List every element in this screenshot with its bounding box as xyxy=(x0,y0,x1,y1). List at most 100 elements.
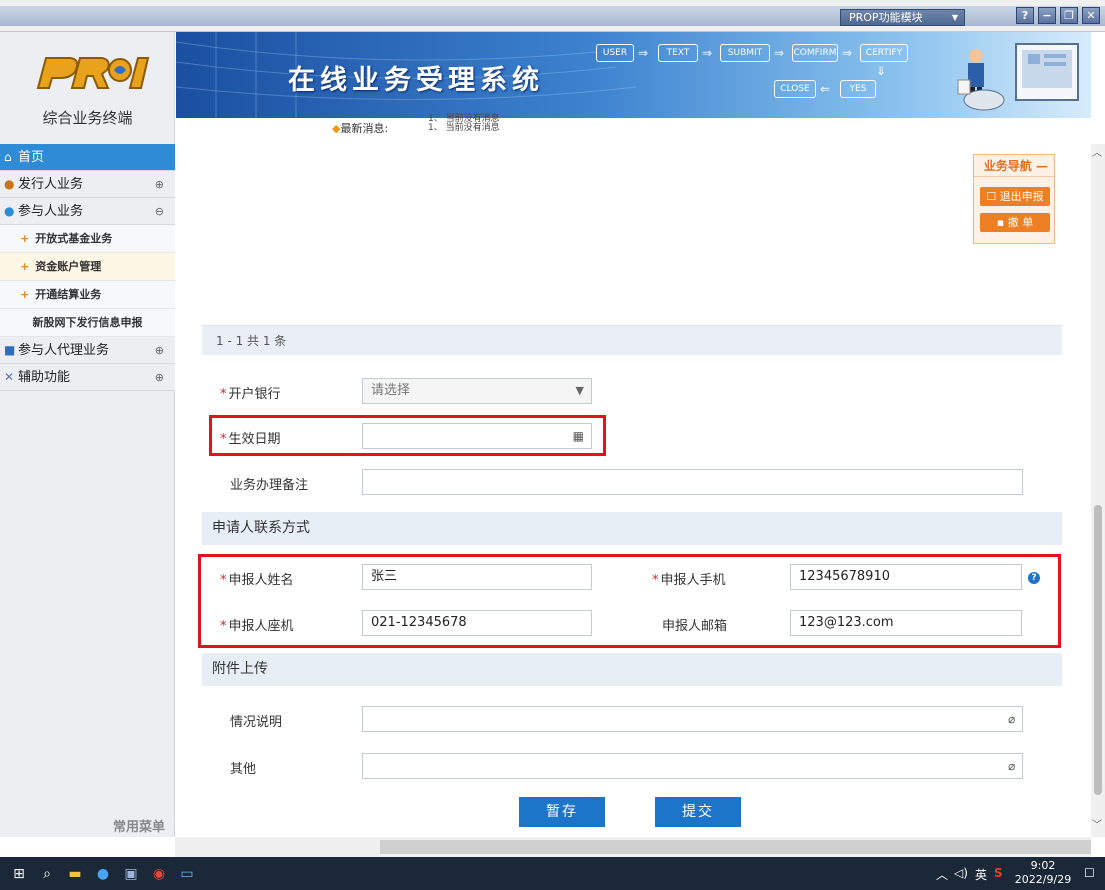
sogou-icon[interactable]: S xyxy=(994,866,1003,880)
trash-icon: ▪ xyxy=(996,216,1008,229)
module-select[interactable]: PROP功能模块 ▼ xyxy=(840,9,965,26)
volume-icon[interactable]: ◁) xyxy=(954,866,968,880)
flow-yes: YES xyxy=(840,80,876,98)
chrome-icon[interactable]: ◉ xyxy=(148,863,170,885)
tools-icon: ✕ xyxy=(4,370,15,384)
exit-declaration-button[interactable]: ☐ 退出申报 xyxy=(980,187,1050,206)
expand-icon[interactable]: ⊕ xyxy=(155,171,164,198)
minimize-button[interactable]: − xyxy=(1038,7,1056,24)
contact-section-header: 申请人联系方式 xyxy=(202,512,1062,545)
submit-button[interactable]: 提交 xyxy=(655,797,741,827)
other-label: 其他 xyxy=(230,762,257,777)
banner-title: 在线业务受理系统 xyxy=(288,65,544,96)
description-upload[interactable]: ⌀ xyxy=(362,706,1023,732)
news-item[interactable]: 1、 当前没有消息 xyxy=(428,124,500,133)
close-button[interactable]: ✕ xyxy=(1082,7,1100,24)
cancel-order-button[interactable]: ▪ 撤 单 xyxy=(980,213,1050,232)
home-icon: ⌂ xyxy=(4,150,12,164)
sidebar-subitem-open-fund[interactable]: + 开放式基金业务 xyxy=(0,225,175,253)
scroll-up-icon[interactable]: ︿ xyxy=(1092,144,1102,159)
applicant-phone-input[interactable]: 021-12345678 xyxy=(362,610,592,636)
sidebar-item-issuer[interactable]: ● 发行人业务 ⊕ xyxy=(0,171,175,198)
flow-certify: CERTIFY xyxy=(860,44,908,62)
module-select-label: PROP功能模块 xyxy=(849,11,923,24)
chevron-down-icon: ▼ xyxy=(951,13,958,22)
paperclip-icon[interactable]: ⌀ xyxy=(1008,754,1015,778)
plus-icon: + xyxy=(20,288,30,301)
save-draft-button[interactable]: 暂存 xyxy=(519,797,605,827)
required-mark: * xyxy=(220,619,227,634)
title-bar: PROP功能模块 ▼ ? − ❐ ✕ xyxy=(0,0,1105,32)
expand-icon[interactable]: ⊕ xyxy=(155,337,164,364)
system-clock[interactable]: 9:02 2022/9/29 xyxy=(1014,859,1072,887)
sidebar-item-label: 辅助功能 xyxy=(18,370,71,385)
vertical-scrollbar[interactable]: ︿ ﹀ xyxy=(1091,144,1105,837)
calendar-icon[interactable]: ▦ xyxy=(573,424,584,448)
sidebar-subitem-label: 开放式基金业务 xyxy=(35,232,113,245)
chevron-up-icon[interactable]: ︿ xyxy=(936,866,948,883)
flow-user: USER xyxy=(596,44,634,62)
applicant-name-input[interactable]: 张三 xyxy=(362,564,592,590)
news-bar: ◆最新消息: 1、 当前没有消息 1、 当前没有消息 xyxy=(176,115,1091,144)
sidebar-subitem-ipo-offline[interactable]: 新股网下发行信息申报 xyxy=(0,309,175,337)
bank-select[interactable]: 请选择 ▼ xyxy=(362,378,592,404)
sidebar-item-home[interactable]: ⌂ 首页 xyxy=(0,144,175,171)
maximize-button[interactable]: ❐ xyxy=(1060,7,1078,24)
arrow-left-icon: ⇐ xyxy=(820,82,831,96)
paperclip-icon[interactable]: ⌀ xyxy=(1008,707,1015,731)
search-icon[interactable]: ⌕ xyxy=(36,863,58,885)
horizontal-scrollbar[interactable] xyxy=(175,837,1091,857)
news-items: 1、 当前没有消息 1、 当前没有消息 xyxy=(428,115,500,133)
applicant-phone-value: 021-12345678 xyxy=(371,615,467,630)
sidebar-subitem-fund-account[interactable]: + 资金账户管理 xyxy=(0,253,175,281)
common-menu-label[interactable]: 常用菜单 xyxy=(0,816,175,835)
description-label: 情况说明 xyxy=(230,715,283,730)
file-explorer-icon[interactable]: ▬ xyxy=(64,863,86,885)
applicant-email-value: 123@123.com xyxy=(799,615,894,630)
business-nav-title-text: 业务导航 xyxy=(983,159,1032,173)
sidebar-item-aux[interactable]: ✕ 辅助功能 ⊕ xyxy=(0,364,175,391)
date-label: * 生效日期 xyxy=(220,428,281,447)
app-window-icon[interactable]: ▣ xyxy=(120,863,142,885)
expand-icon[interactable]: ⊕ xyxy=(155,364,164,391)
business-nav-title[interactable]: 业务导航 — xyxy=(974,155,1054,177)
logo-caption: 综合业务终端 xyxy=(42,109,133,127)
sidebar-item-agent[interactable]: ■ 参与人代理业务 ⊕ xyxy=(0,337,175,364)
bank-label-text: 开户银行 xyxy=(228,387,281,402)
notification-icon[interactable]: ☐ xyxy=(1084,866,1095,880)
arrow-right-icon: ⇒ xyxy=(638,46,649,60)
sidebar-item-label: 发行人业务 xyxy=(18,177,84,192)
collapse-icon[interactable]: ⊖ xyxy=(155,198,164,225)
bank-select-value: 请选择 xyxy=(371,383,411,398)
person-computer-illustration xyxy=(957,43,1079,111)
effective-date-input[interactable]: ▦ xyxy=(362,423,592,449)
monitor-icon: ■ xyxy=(4,343,16,357)
remote-desktop-icon[interactable]: ▭ xyxy=(176,863,198,885)
help-icon[interactable]: ? xyxy=(1028,572,1040,584)
clock-date: 2022/9/29 xyxy=(1014,873,1072,886)
input-lang-indicator[interactable]: 英 xyxy=(975,866,987,883)
other-upload[interactable]: ⌀ xyxy=(362,753,1023,779)
scroll-down-icon[interactable]: ﹀ xyxy=(1092,816,1102,831)
remark-input[interactable] xyxy=(362,469,1023,495)
applicant-name-label: * 申报人姓名 xyxy=(220,569,294,588)
attachment-section-header: 附件上传 xyxy=(202,653,1062,686)
sidebar: ⌂ 首页 ● 发行人业务 ⊕ ● 参与人业务 ⊖ + 开放式基金业务 + 资金账户管理 +… xyxy=(0,144,175,837)
browser-icon[interactable]: ● xyxy=(92,863,114,885)
windows-start-icon[interactable]: ⊞ xyxy=(8,863,30,885)
help-button[interactable]: ? xyxy=(1016,7,1034,24)
applicant-mobile-input[interactable]: 12345678910 xyxy=(790,564,1022,590)
flow-close: CLOSE xyxy=(774,80,816,98)
logo-area: 综合业务终端 xyxy=(0,32,175,144)
data-grid xyxy=(202,144,1062,324)
exit-icon: ☐ xyxy=(986,190,1000,203)
news-label: ◆最新消息: xyxy=(332,120,388,136)
flow-confirm: COMFIRM xyxy=(792,44,838,62)
scrollbar-thumb[interactable] xyxy=(1094,505,1102,795)
sidebar-subitem-settlement[interactable]: + 开通结算业务 xyxy=(0,281,175,309)
sidebar-subitem-label: 资金账户管理 xyxy=(35,260,102,273)
applicant-email-input[interactable]: 123@123.com xyxy=(790,610,1022,636)
sidebar-item-participant[interactable]: ● 参与人业务 ⊖ xyxy=(0,198,175,225)
horizontal-scrollbar-thumb[interactable] xyxy=(380,840,1091,854)
flow-text: TEXT xyxy=(658,44,698,62)
